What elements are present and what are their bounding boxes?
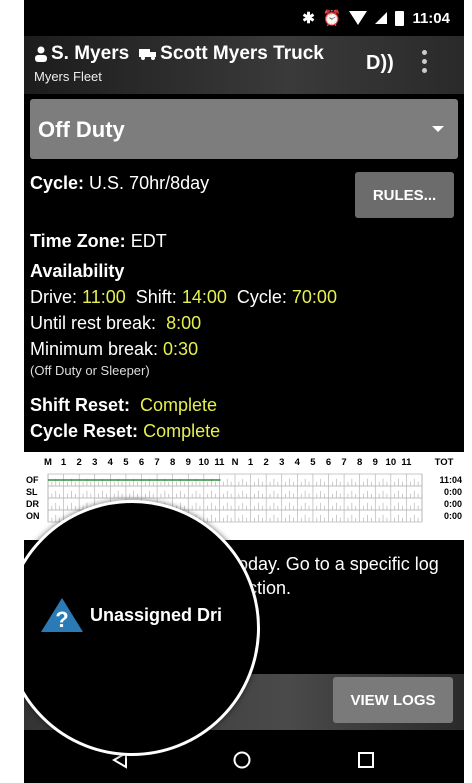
svg-text:?: ? (55, 607, 68, 632)
hour-label: 5 (123, 457, 129, 468)
hour-label: 7 (154, 457, 159, 468)
driver-selector[interactable]: S. Myers (34, 43, 129, 65)
recents-icon[interactable] (358, 752, 374, 768)
hour-label: 10 (199, 457, 210, 468)
hour-label: 6 (326, 457, 331, 468)
hour-label: 9 (186, 457, 191, 468)
info-line-1: s today. Go to a specific log (219, 554, 439, 574)
overflow-menu-icon[interactable] (422, 50, 428, 73)
truck-icon (139, 49, 157, 60)
hour-label: 2 (264, 457, 269, 468)
home-icon[interactable] (233, 751, 251, 769)
unassigned-driving-tip[interactable]: ? Unassigned Dri (40, 597, 222, 633)
timezone-row: Time Zone: EDT (30, 228, 337, 254)
shift-label: Shift: (135, 287, 177, 307)
cellular-icon (375, 12, 388, 24)
person-icon (35, 46, 47, 62)
hour-label: 11 (401, 457, 412, 468)
app-bar: S. Myers Scott Myers Truck Myers Fleet D… (24, 36, 464, 94)
status-bar: ✱ ⏰ 11:04 (24, 0, 464, 36)
bluetooth-icon: ✱ (302, 10, 315, 27)
status-icons: ✱ ⏰ 11:04 (302, 9, 450, 28)
min-break-row: Minimum break: 0:30 (30, 336, 337, 362)
row-total: 0:00 (444, 487, 462, 497)
wifi-icon (349, 11, 368, 25)
shift-reset-label: Shift Reset: (30, 395, 131, 415)
timezone-value: EDT (130, 231, 167, 251)
hour-label: 8 (357, 457, 362, 468)
timezone-label: Time Zone: (30, 231, 126, 251)
min-break-value: 0:30 (163, 339, 199, 359)
hour-label: 6 (139, 457, 144, 468)
cycle-reset-label: Cycle Reset: (30, 421, 139, 441)
duty-status-dropdown[interactable]: Off Duty (30, 99, 458, 159)
driver-name: S. Myers (51, 43, 130, 64)
hour-label: 9 (373, 457, 378, 468)
cycle-row: Cycle: U.S. 70hr/8day (30, 170, 337, 196)
hour-label: 4 (295, 457, 301, 468)
hour-label: 2 (77, 457, 82, 468)
dropdown-arrow-icon (432, 126, 444, 132)
appbar-title-row: S. Myers Scott Myers Truck (34, 43, 324, 65)
row-total: 0:00 (444, 499, 462, 509)
duty-status-value: Off Duty (38, 117, 125, 142)
hour-label: 1 (248, 457, 254, 468)
availability-heading: Availability (30, 261, 125, 281)
rest-break-row: Until rest break: 8:00 (30, 310, 337, 336)
unassigned-label: Unassigned Dri (90, 604, 223, 625)
hour-label: N (232, 457, 239, 468)
rest-break-label: Until rest break: (30, 313, 157, 333)
view-logs-button[interactable]: VIEW LOGS (333, 677, 453, 723)
phone-screen: ✱ ⏰ 11:04 S. Myers Scott Myers Truck Mye… (24, 0, 464, 783)
status-time: 11:04 (412, 9, 450, 27)
row-label: ON (26, 511, 40, 521)
hour-label: 8 (170, 457, 175, 468)
hour-label: 4 (108, 457, 114, 468)
row-label: DR (26, 499, 39, 509)
fleet-name: Myers Fleet (34, 69, 102, 84)
hour-label: 5 (310, 457, 316, 468)
hos-summary: Cycle: U.S. 70hr/8day Time Zone: EDT Ava… (30, 170, 337, 444)
drive-label: Drive: (30, 287, 78, 307)
cycle-avail-label: Cycle: (236, 287, 287, 307)
hour-label: 1 (61, 457, 67, 468)
break-note: (Off Duty or Sleeper) (30, 363, 150, 378)
battery-icon (395, 10, 405, 26)
min-break-label: Minimum break: (30, 339, 159, 359)
drive-value: 11:00 (82, 287, 126, 307)
rules-button[interactable]: RULES... (355, 172, 454, 218)
cycle-value: U.S. 70hr/8day (89, 173, 210, 193)
hour-label: 7 (341, 457, 346, 468)
hour-label: 10 (386, 457, 397, 468)
cycle-reset-row: Cycle Reset: Complete (30, 418, 337, 444)
hour-label: 3 (92, 457, 97, 468)
alarm-icon: ⏰ (322, 10, 342, 27)
cycle-label: Cycle: (30, 173, 85, 193)
availability-times-row: Drive: 11:00 Shift: 14:00 Cycle: 70:00 (30, 284, 337, 310)
hour-label: 11 (214, 457, 225, 468)
speaker-icon[interactable]: D)) (366, 52, 394, 75)
row-label: SL (26, 487, 38, 497)
row-label: OF (26, 475, 39, 485)
row-total: 0:00 (444, 511, 462, 521)
shift-value: 14:00 (181, 287, 227, 307)
help-icon: ? (41, 598, 83, 632)
truck-selector[interactable]: Scott Myers Truck (139, 43, 324, 65)
cycle-avail-value: 70:00 (291, 287, 337, 307)
total-header: TOT (435, 457, 454, 468)
rest-break-value: 8:00 (166, 313, 202, 333)
hour-label: 3 (279, 457, 284, 468)
row-total: 11:04 (439, 475, 462, 485)
cycle-reset-value: Complete (143, 421, 221, 441)
hour-label: M (44, 457, 52, 468)
shift-reset-value: Complete (140, 395, 218, 415)
shift-reset-row: Shift Reset: Complete (30, 392, 337, 418)
truck-name: Scott Myers Truck (160, 43, 324, 64)
